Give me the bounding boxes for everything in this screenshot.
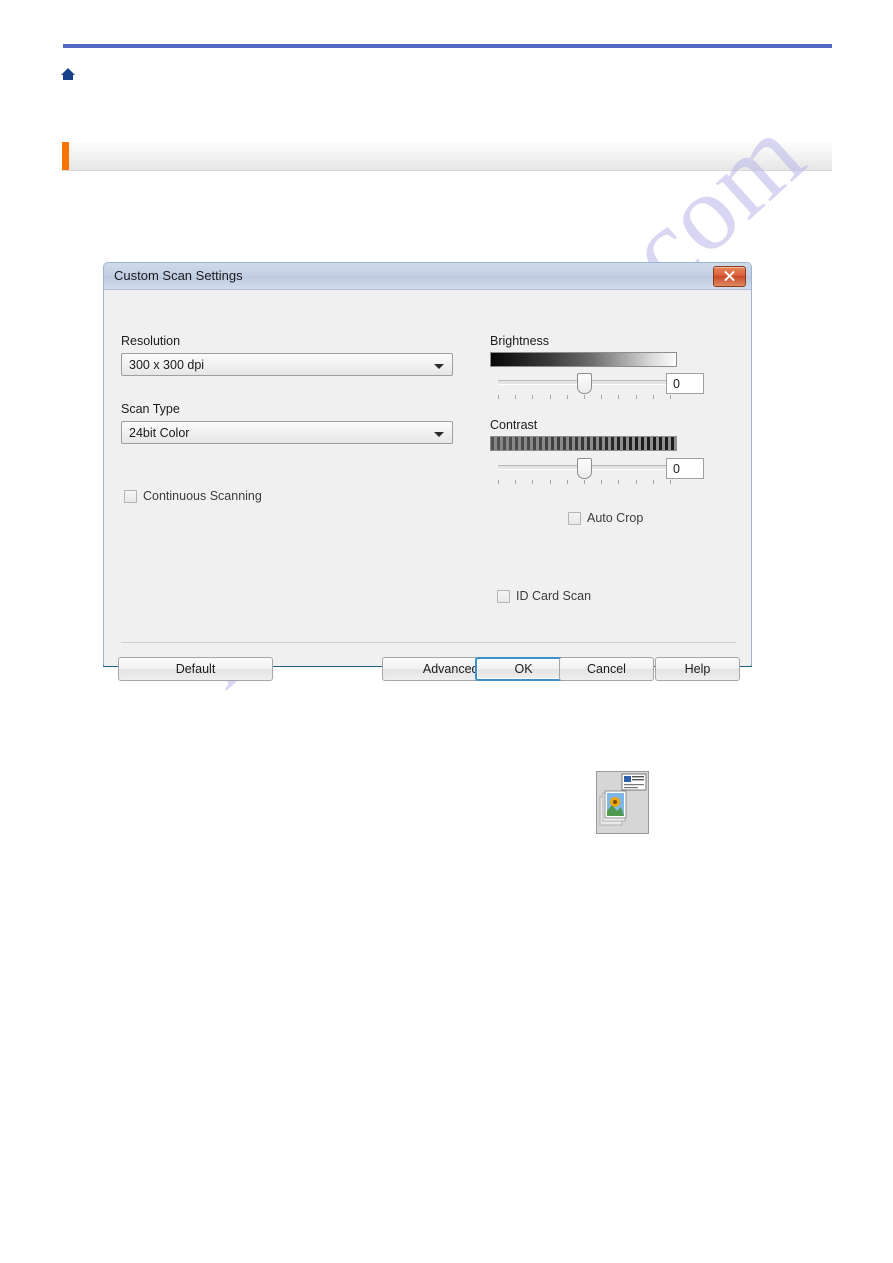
cancel-button[interactable]: Cancel: [559, 657, 654, 681]
slider-thumb[interactable]: [577, 458, 592, 479]
dialog-title-bar: Custom Scan Settings: [104, 263, 751, 290]
dialog-body: Resolution 300 x 300 dpi Scan Type 24bit…: [104, 290, 751, 834]
checkbox-box-icon: [497, 589, 510, 603]
auto-crop-checkbox[interactable]: Auto Crop: [568, 511, 643, 525]
dialog-title: Custom Scan Settings: [114, 268, 243, 283]
contrast-slider[interactable]: [498, 456, 671, 484]
id-card-scan-label: ID Card Scan: [516, 589, 592, 603]
auto-crop-label: Auto Crop: [587, 511, 644, 525]
contrast-value: 0: [673, 462, 680, 476]
scan-type-value: 24bit Color: [129, 426, 190, 440]
chevron-down-icon: [434, 364, 444, 369]
resolution-dropdown[interactable]: 300 x 300 dpi: [121, 353, 453, 376]
resolution-value: 300 x 300 dpi: [129, 358, 205, 372]
brightness-value: 0: [673, 377, 680, 391]
contrast-label: Contrast: [490, 418, 538, 432]
brightness-gradient-bar: [490, 352, 677, 367]
id-card-scan-checkbox[interactable]: ID Card Scan: [497, 589, 591, 603]
checkbox-box-icon: [124, 489, 137, 503]
chevron-down-icon: [434, 432, 444, 437]
slider-ticks: [498, 480, 671, 486]
contrast-value-input[interactable]: 0: [666, 458, 704, 479]
scan-type-label: Scan Type: [121, 402, 180, 416]
continuous-scanning-checkbox[interactable]: Continuous Scanning: [124, 489, 262, 503]
home-icon[interactable]: [60, 66, 76, 82]
help-button[interactable]: Help: [655, 657, 740, 681]
default-button[interactable]: Default: [118, 657, 273, 681]
close-icon[interactable]: [713, 266, 746, 287]
continuous-scanning-label: Continuous Scanning: [143, 489, 262, 503]
document-preview-icon: [596, 771, 649, 834]
contrast-stripe-bar: [490, 436, 677, 451]
footer-separator: [121, 642, 736, 643]
ok-button[interactable]: OK: [475, 657, 572, 681]
resolution-label: Resolution: [121, 334, 181, 348]
slider-ticks: [498, 395, 671, 401]
brightness-label: Brightness: [490, 334, 550, 348]
checkbox-box-icon: [568, 511, 581, 525]
page-top-rule: [63, 44, 832, 48]
scan-type-dropdown[interactable]: 24bit Color: [121, 421, 453, 444]
brightness-value-input[interactable]: 0: [666, 373, 704, 394]
slider-thumb[interactable]: [577, 373, 592, 394]
brightness-slider[interactable]: [498, 371, 671, 399]
section-bar: [62, 142, 832, 171]
custom-scan-settings-dialog: Custom Scan Settings Resolution 300 x 30…: [103, 262, 752, 834]
section-accent-bar: [62, 142, 69, 170]
